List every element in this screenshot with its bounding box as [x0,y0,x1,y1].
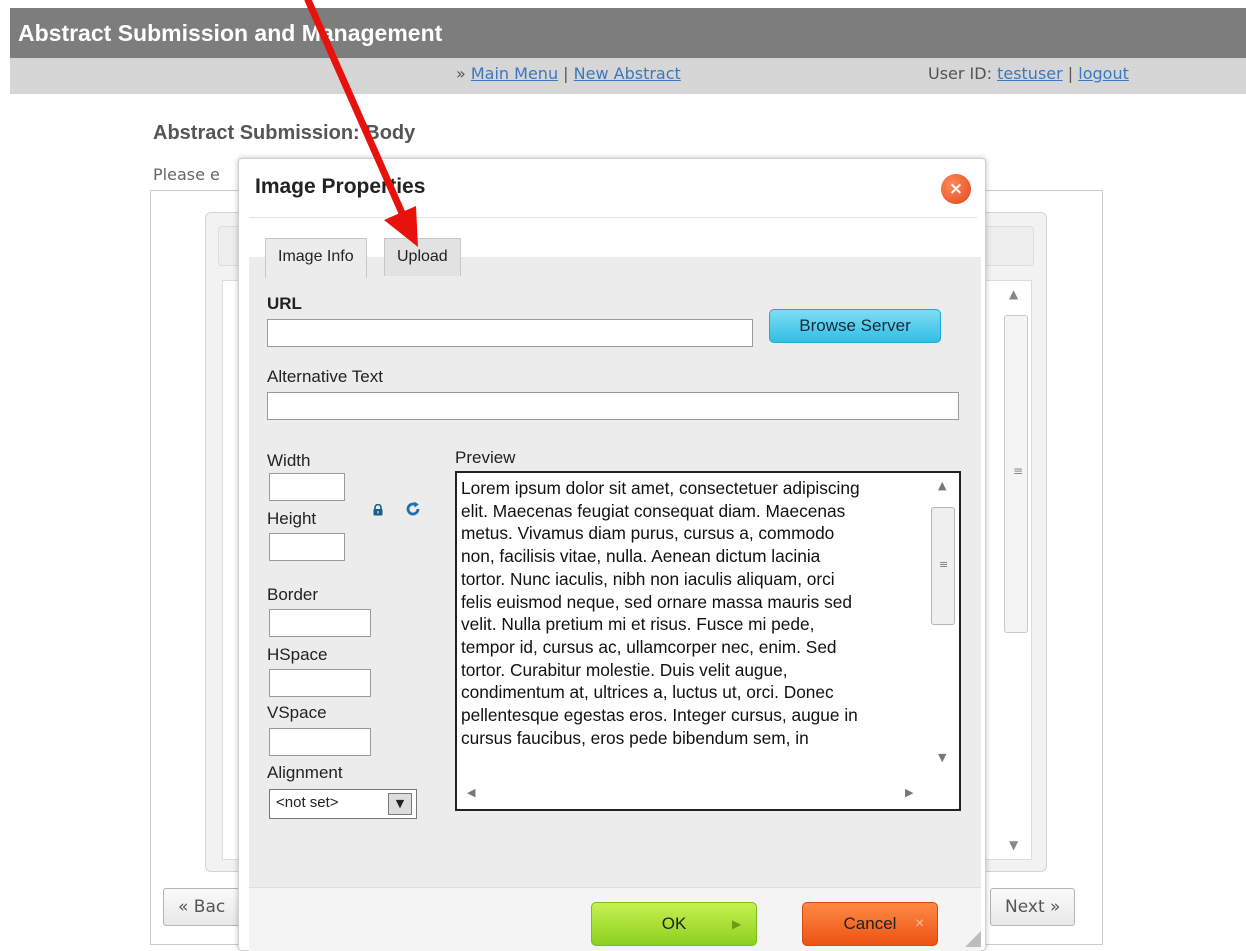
url-input[interactable] [267,319,753,347]
lock-ratio-icon[interactable] [373,504,383,516]
preview-line: felis euismod neque, sed ornare massa ma… [461,591,852,612]
logout-link[interactable]: logout [1078,64,1129,83]
preview-line: Lorem ipsum dolor sit amet, consectetuer… [461,478,860,498]
browse-server-button[interactable]: Browse Server [769,309,941,343]
height-input[interactable] [269,533,345,561]
close-x-icon: × [915,915,925,932]
preview-line: elit. Maecenas feugiat consequat diam. M… [461,500,846,521]
preview-line: cursus faucibus, eros pede bibendum sem,… [461,727,809,748]
grip-icon: ≡ [1013,464,1024,478]
chevron-down-icon[interactable]: ▼ [388,793,412,815]
alignment-select[interactable]: <not set> ▼ [269,789,417,819]
new-abstract-link[interactable]: New Abstract [574,64,681,83]
dialog-title: Image Properties [255,175,426,198]
preview-label: Preview [455,448,516,467]
reset-size-icon[interactable] [405,501,421,517]
preview-line: tortor. Nunc iaculis, nibh non iaculis a… [461,568,835,589]
nav-prefix: » [456,64,471,83]
close-icon[interactable]: × [941,174,971,204]
alignment-value: <not set> [276,794,339,811]
tab-image-info[interactable]: Image Info [265,238,367,278]
preview-horizontal-scrollbar[interactable]: ◀ ▶ [457,779,929,809]
alt-text-label: Alternative Text [267,367,383,386]
preview-text: Lorem ipsum dolor sit amet, consectetuer… [461,477,927,775]
vspace-label: VSpace [267,703,327,722]
main-menu-link[interactable]: Main Menu [471,64,558,83]
nav-separator: | [558,64,574,83]
height-label: Height [267,509,317,528]
preview-line: tortor. Curabitur molestie. Duis velit a… [461,659,788,680]
preview-line: metus. Vivamus diam purus, cursus a, com… [461,523,835,544]
scroll-thumb[interactable]: ≡ [1004,315,1028,633]
preview-box: Lorem ipsum dolor sit amet, consectetuer… [455,471,961,811]
resize-grip-icon[interactable] [961,927,981,947]
dialog-divider [249,217,977,218]
scroll-left-icon[interactable]: ◀ [467,786,475,799]
back-button[interactable]: « Bac [163,888,241,926]
preview-line: non, facilisis vitae, nulla. Aenean dict… [461,546,821,567]
alt-text-input[interactable] [267,392,959,420]
app-header: Abstract Submission and Management » Mai… [0,8,1246,94]
url-label: URL [267,294,302,313]
ok-button[interactable]: OK ▶ [591,902,757,946]
scroll-up-icon[interactable]: ▲ [938,479,946,492]
hspace-label: HSpace [267,645,328,664]
hspace-input[interactable] [269,669,371,697]
scroll-down-icon[interactable]: ▼ [1009,838,1018,852]
scroll-down-icon[interactable]: ▼ [938,751,946,764]
user-separator: | [1062,64,1079,83]
user-id-link[interactable]: testuser [997,64,1063,83]
scroll-thumb[interactable]: ≡ [931,507,955,625]
width-input[interactable] [269,473,345,501]
nav-bar: » Main Menu | New Abstract User ID: test… [10,58,1246,94]
grip-icon: ≡ [939,558,949,571]
preview-line: velit. Nulla pretium mi et risus. Fusce … [461,614,815,635]
arrow-right-icon: ▶ [732,917,742,931]
alignment-label: Alignment [267,763,343,782]
nav-links: » Main Menu | New Abstract [456,58,681,90]
preview-line: pellentesque egestas eros. Integer cursu… [461,705,858,726]
editor-scrollbar[interactable]: ▲ ≡ ▼ [1003,283,1029,858]
page-title: Abstract Submission: Body [153,122,416,144]
cancel-button[interactable]: Cancel × [802,902,938,946]
cancel-label: Cancel [843,914,897,933]
preview-line: tempor id, cursus ac, ullamcorper nec, e… [461,636,837,657]
width-label: Width [267,451,311,470]
ok-label: OK [661,914,687,933]
user-info: User ID: testuser | logout [928,58,1129,90]
scroll-right-icon[interactable]: ▶ [905,786,913,799]
border-label: Border [267,585,319,604]
scroll-up-icon[interactable]: ▲ [1009,287,1018,301]
image-properties-dialog: Image Properties × Image Info Upload URL… [238,158,986,951]
border-input[interactable] [269,609,371,637]
user-id-label: User ID: [928,64,998,83]
preview-vertical-scrollbar[interactable]: ▲ ≡ ▼ [929,473,959,779]
vspace-input[interactable] [269,728,371,756]
next-button[interactable]: Next » [990,888,1076,926]
app-title: Abstract Submission and Management [10,8,1246,58]
instructions-text: Please e [153,165,220,184]
tab-upload[interactable]: Upload [384,238,461,276]
preview-line: condimentum at, ultrices a, luctus ut, o… [461,682,834,703]
